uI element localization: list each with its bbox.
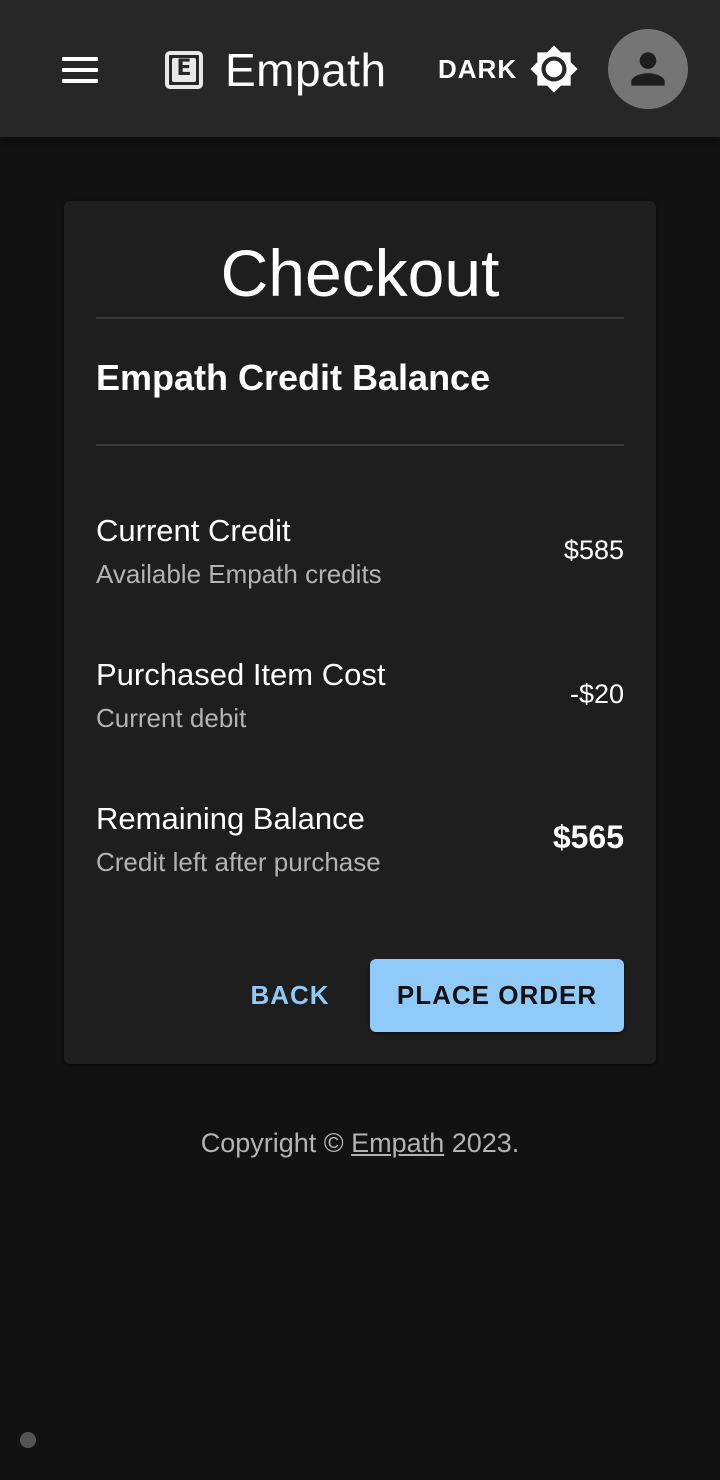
row-label: Remaining Balance: [96, 801, 365, 836]
row-amount: -$20: [569, 679, 624, 709]
place-order-button[interactable]: PLACE ORDER: [370, 959, 624, 1032]
row-amount: $565: [552, 819, 624, 855]
app-bar: E Empath DARK: [0, 0, 720, 137]
item-cost-row: Purchased Item Cost Current debit -$20: [96, 657, 624, 747]
brand-name: Empath: [225, 44, 387, 96]
theme-toggle-button[interactable]: DARK: [430, 40, 587, 98]
e-square-icon: E: [165, 51, 203, 89]
person-icon: [631, 52, 665, 86]
row-amount: $585: [563, 535, 624, 565]
row-label: Current Credit: [96, 513, 291, 548]
back-button[interactable]: BACK: [234, 959, 346, 1031]
floating-dot[interactable]: [20, 1432, 36, 1448]
row-description: Credit left after purchase: [96, 847, 381, 877]
row-description: Current debit: [96, 703, 247, 733]
brightness-icon: [530, 45, 578, 93]
row-label: Purchased Item Cost: [96, 657, 386, 692]
avatar-button[interactable]: [608, 29, 688, 109]
footer: Copyright © Empath 2023.: [0, 1128, 720, 1159]
section-divider: [96, 444, 624, 446]
copyright-prefix: Copyright ©: [200, 1128, 352, 1158]
brand[interactable]: E Empath: [165, 38, 387, 102]
title-divider: [96, 317, 624, 319]
menu-button[interactable]: [52, 44, 108, 96]
hamburger-menu-icon: [62, 57, 98, 83]
remaining-balance-row: Remaining Balance Credit left after purc…: [96, 801, 624, 891]
brand-icon-letter: E: [172, 58, 196, 82]
theme-label: DARK: [438, 53, 518, 84]
row-description: Available Empath credits: [96, 559, 382, 589]
page-title: Checkout: [220, 236, 500, 310]
copyright-year: 2023.: [444, 1128, 520, 1158]
footer-empath-link[interactable]: Empath: [351, 1128, 444, 1158]
checkout-card: Checkout Empath Credit Balance Current C…: [64, 201, 656, 1064]
section-title: Empath Credit Balance: [96, 357, 491, 398]
current-credit-row: Current Credit Available Empath credits …: [96, 513, 624, 603]
